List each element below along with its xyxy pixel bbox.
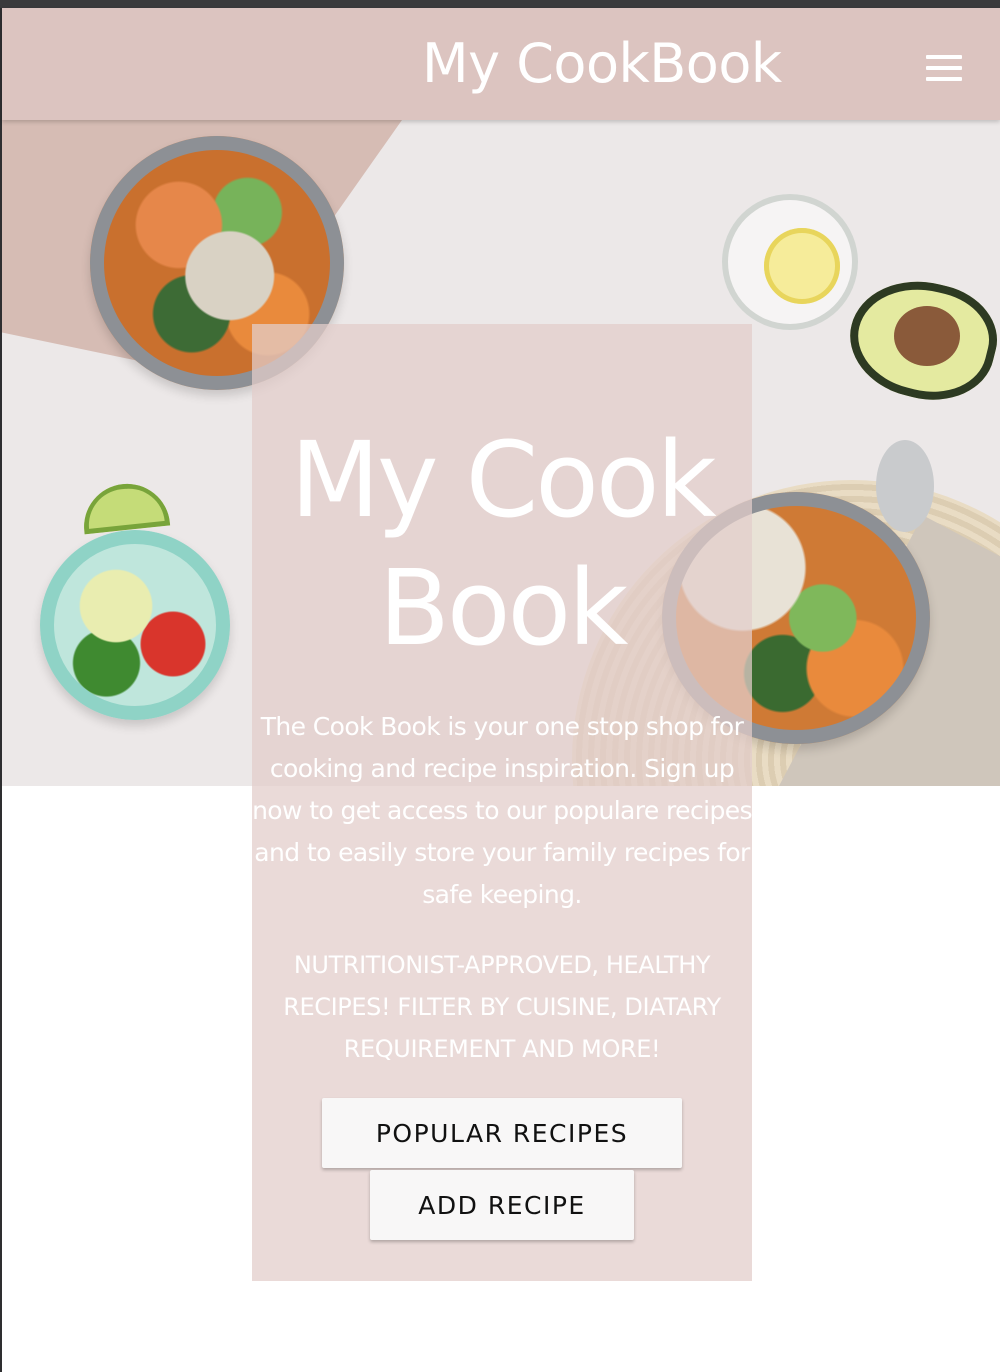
- menu-bar: [926, 77, 962, 81]
- brand-logo[interactable]: My CookBook: [422, 32, 782, 96]
- hero-title: My Cook Book: [252, 416, 752, 672]
- spoon: [876, 440, 934, 532]
- hero-title-line: My Cook: [290, 419, 716, 541]
- popular-recipes-button[interactable]: POPULAR RECIPES: [322, 1098, 682, 1168]
- navbar: My CookBook: [2, 8, 1000, 120]
- window-top-bar: [0, 0, 1000, 8]
- add-recipe-button[interactable]: ADD RECIPE: [370, 1170, 634, 1240]
- tagline-text: NUTRITIONIST-APPROVED, HEALTHY RECIPES! …: [283, 951, 721, 1063]
- hero-title-line: Book: [378, 547, 629, 669]
- intro-text: The Cook Book is your one stop shop for …: [252, 712, 752, 909]
- menu-bar: [926, 66, 962, 70]
- menu-bar: [926, 55, 962, 59]
- lime-wedge: [79, 479, 171, 535]
- lemon-slice: [764, 228, 840, 304]
- salad-bowl: [40, 530, 230, 720]
- hamburger-menu-icon[interactable]: [916, 46, 972, 90]
- avocado-pit: [894, 306, 960, 366]
- hero-overlay-card: My Cook Book The Cook Book is your one s…: [252, 324, 753, 1281]
